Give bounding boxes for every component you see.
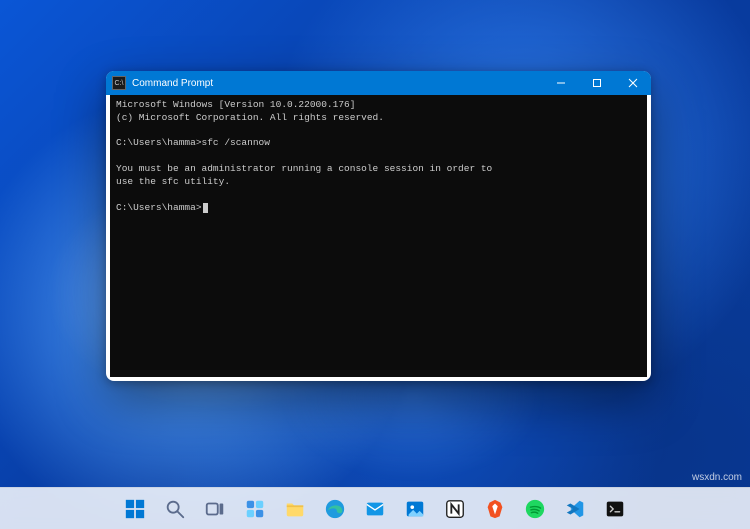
vscode-icon: [564, 498, 586, 520]
taskbar-photos-button[interactable]: [398, 492, 432, 526]
spotify-icon: [524, 498, 546, 520]
window-title: Command Prompt: [132, 78, 213, 89]
maximize-icon: [592, 78, 602, 88]
maximize-button[interactable]: [579, 71, 615, 95]
notion-icon: [444, 498, 466, 520]
terminal-line: use the sfc utility.: [116, 176, 230, 187]
task-view-icon: [204, 498, 226, 520]
photos-icon: [404, 498, 426, 520]
terminal-cursor: [203, 203, 208, 213]
taskbar: [0, 487, 750, 529]
edge-icon: [324, 498, 346, 520]
terminal-icon: [604, 498, 626, 520]
taskbar-spotify-button[interactable]: [518, 492, 552, 526]
watermark-text: wsxdn.com: [692, 472, 742, 483]
taskbar-explorer-button[interactable]: [278, 492, 312, 526]
taskbar-start-button[interactable]: [118, 492, 152, 526]
command-prompt-window: C:\ Command Prompt Microsoft Windows [Ve…: [106, 71, 651, 381]
terminal-line: (c) Microsoft Corporation. All rights re…: [116, 112, 384, 123]
titlebar[interactable]: C:\ Command Prompt: [106, 71, 651, 95]
windows-logo-icon: [124, 498, 146, 520]
taskbar-notion-button[interactable]: [438, 492, 472, 526]
taskbar-taskview-button[interactable]: [198, 492, 232, 526]
terminal-line: C:\Users\hamma>sfc /scannow: [116, 137, 270, 148]
folder-icon: [284, 498, 306, 520]
mail-icon: [364, 498, 386, 520]
terminal-line: You must be an administrator running a c…: [116, 163, 492, 174]
taskbar-mail-button[interactable]: [358, 492, 392, 526]
close-button[interactable]: [615, 71, 651, 95]
widgets-icon: [244, 498, 266, 520]
brave-icon: [484, 498, 506, 520]
terminal-output[interactable]: Microsoft Windows [Version 10.0.22000.17…: [110, 95, 647, 377]
taskbar-cmd-button[interactable]: [598, 492, 632, 526]
desktop: C:\ Command Prompt Microsoft Windows [Ve…: [0, 0, 750, 529]
minimize-button[interactable]: [543, 71, 579, 95]
taskbar-edge-button[interactable]: [318, 492, 352, 526]
taskbar-search-button[interactable]: [158, 492, 192, 526]
minimize-icon: [556, 78, 566, 88]
close-icon: [628, 78, 638, 88]
taskbar-vscode-button[interactable]: [558, 492, 592, 526]
taskbar-widgets-button[interactable]: [238, 492, 272, 526]
terminal-line: C:\Users\hamma>: [116, 202, 202, 213]
terminal-line: Microsoft Windows [Version 10.0.22000.17…: [116, 99, 355, 110]
taskbar-brave-button[interactable]: [478, 492, 512, 526]
cmd-app-icon: C:\: [112, 76, 126, 90]
search-icon: [164, 498, 186, 520]
